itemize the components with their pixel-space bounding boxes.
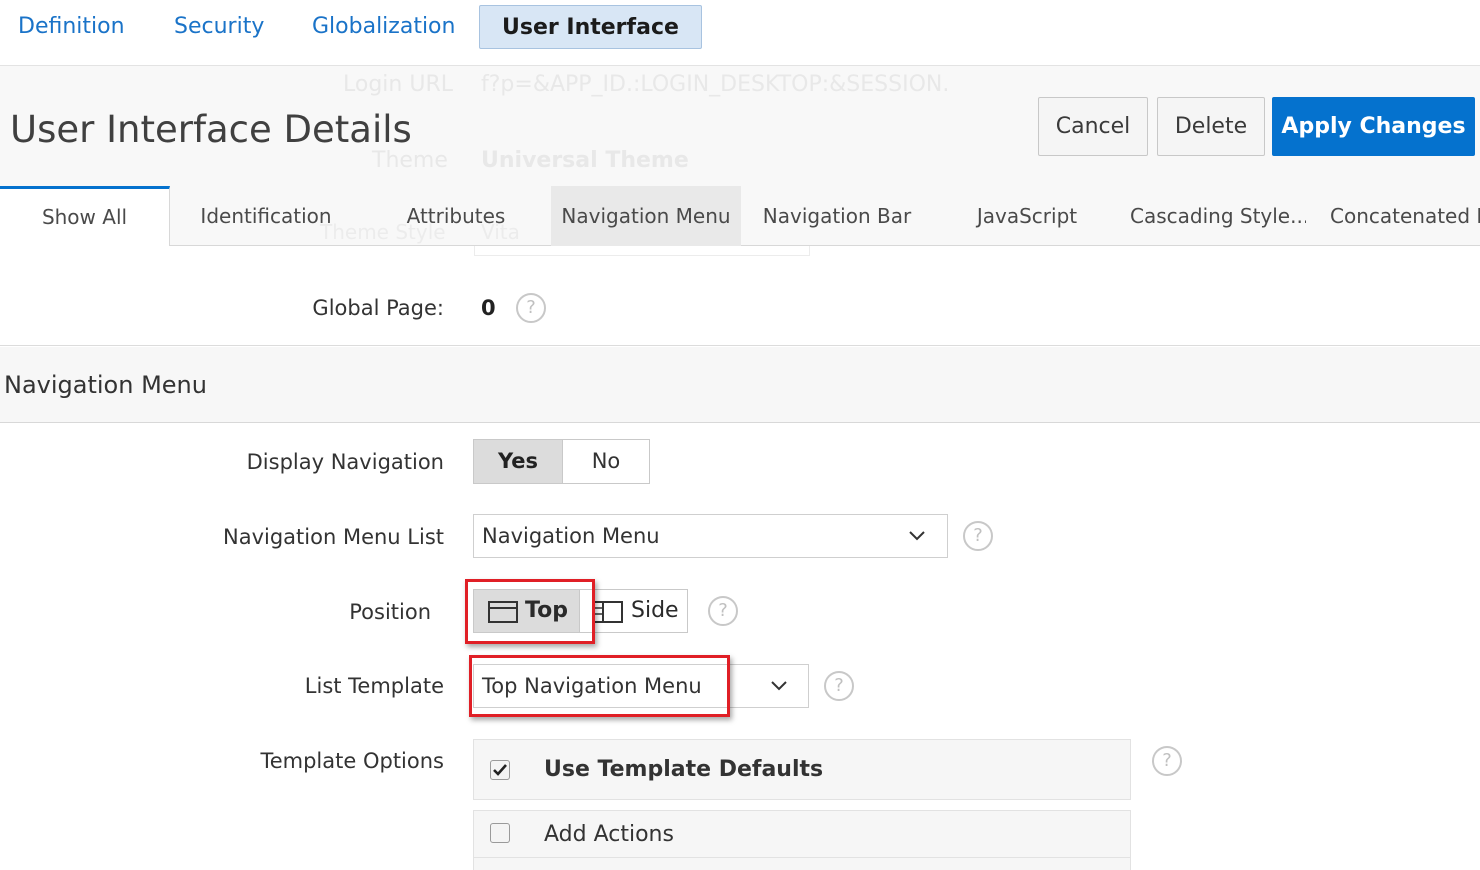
template-options-label: Template Options: [260, 749, 444, 773]
side-layout-icon: [593, 601, 623, 623]
position-side-label: Side: [631, 598, 679, 623]
tab-attributes[interactable]: Attributes: [394, 186, 518, 246]
help-icon[interactable]: ?: [708, 596, 738, 626]
global-page-label: Global Page:: [312, 296, 444, 320]
tab-cascading-style-sheets[interactable]: Cascading Style...: [1130, 186, 1306, 246]
use-template-defaults-label: Use Template Defaults: [544, 757, 824, 782]
list-template-label: List Template: [304, 674, 444, 698]
apply-changes-button[interactable]: Apply Changes: [1272, 97, 1475, 156]
tab-navigation-bar[interactable]: Navigation Bar: [760, 186, 914, 246]
help-icon[interactable]: ?: [824, 671, 854, 701]
chevron-down-icon: [909, 531, 925, 541]
tab-javascript[interactable]: JavaScript: [966, 186, 1088, 246]
use-template-defaults-checkbox[interactable]: [490, 760, 510, 780]
ghost-theme-style-field: [474, 246, 810, 256]
position-side-option[interactable]: Side: [581, 590, 687, 632]
navigation-menu-list-label: Navigation Menu List: [223, 525, 444, 549]
region-tab-bar: Theme Style Vita Show All Identification…: [0, 186, 1480, 246]
cancel-button[interactable]: Cancel: [1038, 97, 1148, 156]
tab-navigation-menu[interactable]: Navigation Menu: [551, 186, 741, 246]
tab-globalization[interactable]: Globalization: [294, 5, 473, 49]
add-actions-checkbox[interactable]: [490, 823, 510, 843]
tab-security[interactable]: Security: [156, 5, 282, 49]
help-icon[interactable]: ?: [1152, 746, 1182, 776]
add-actions-label: Add Actions: [544, 822, 674, 847]
ghost-theme-label: Theme: [372, 148, 448, 173]
display-navigation-toggle: Yes No: [473, 439, 650, 484]
tab-concatenated-files[interactable]: Concatenated F...: [1320, 186, 1480, 246]
help-icon[interactable]: ?: [516, 293, 546, 323]
ghost-login-url-value: f?p=&APP_ID.:LOGIN_DESKTOP:&SESSION.: [481, 72, 950, 97]
display-navigation-label: Display Navigation: [246, 450, 444, 474]
checkmark-icon: [493, 764, 507, 776]
help-icon[interactable]: ?: [963, 521, 993, 551]
display-navigation-yes[interactable]: Yes: [474, 440, 563, 483]
navigation-menu-list-value: Navigation Menu: [482, 524, 660, 548]
add-actions-option[interactable]: Add Actions: [473, 810, 1131, 870]
tab-user-interface[interactable]: User Interface: [479, 5, 702, 49]
highlight-box-position: [465, 579, 595, 644]
page-title: User Interface Details: [10, 108, 412, 151]
use-template-defaults-option[interactable]: Use Template Defaults: [473, 739, 1131, 800]
top-tab-bar: Definition Security Globalization User I…: [0, 0, 1480, 66]
global-page-row: Global Page: 0 ?: [0, 246, 1480, 346]
chevron-down-icon: [771, 681, 787, 691]
tab-show-all[interactable]: Show All: [0, 186, 170, 246]
page-header: Login URL f?p=&APP_ID.:LOGIN_DESKTOP:&SE…: [0, 66, 1480, 186]
section-title: Navigation Menu: [4, 371, 207, 399]
tab-identification[interactable]: Identification: [188, 186, 344, 246]
section-header: Navigation Menu: [0, 347, 1480, 423]
tab-definition[interactable]: Definition: [0, 5, 143, 49]
ghost-theme-value: Universal Theme: [481, 148, 689, 173]
navigation-menu-list-select[interactable]: Navigation Menu: [473, 514, 948, 558]
highlight-box-list-template: [469, 655, 730, 717]
ghost-login-url-label: Login URL: [343, 72, 453, 97]
global-page-value: 0: [481, 296, 496, 320]
position-label: Position: [349, 600, 431, 624]
delete-button[interactable]: Delete: [1157, 97, 1265, 156]
option-divider: [474, 857, 1130, 858]
display-navigation-no[interactable]: No: [563, 440, 649, 483]
